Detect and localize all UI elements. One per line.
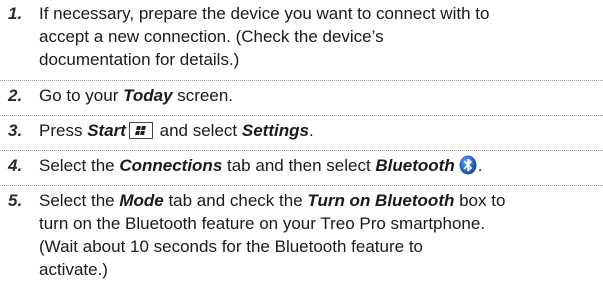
text-run: tab and check the: [163, 191, 308, 210]
divider: [0, 150, 603, 151]
step-line: (Wait about 10 seconds for the Bluetooth…: [39, 237, 423, 256]
text-run: Select the: [39, 191, 120, 210]
step-number: 1.: [8, 4, 23, 23]
connections-tab-label: Connections: [119, 156, 223, 175]
step-text: Select the Mode tab and check the Turn o…: [39, 189, 597, 281]
text-run: Go to your: [39, 86, 124, 105]
step-text: Select the Connections tab and then sele…: [39, 154, 597, 177]
step-number: 3.: [8, 121, 23, 140]
settings-label: Settings: [241, 121, 309, 140]
bluetooth-label: Bluetooth: [375, 156, 455, 175]
instruction-steps: 1. If necessary, prepare the device you …: [0, 0, 603, 301]
windows-start-key-icon: [128, 122, 153, 139]
text-run: Select the: [39, 156, 120, 175]
text-run: and select: [154, 121, 242, 140]
start-label: Start: [87, 121, 126, 140]
step-line: Select the Mode tab and check the Turn o…: [39, 189, 597, 212]
step-line: documentation for details.): [39, 50, 240, 69]
divider: [0, 115, 603, 116]
text-run: Press: [39, 121, 88, 140]
turn-on-bluetooth-label: Turn on Bluetooth: [307, 191, 455, 210]
today-screen-label: Today: [123, 86, 173, 105]
bluetooth-icon: [459, 155, 477, 175]
text-run: .: [308, 121, 314, 140]
step-line: activate.): [39, 260, 108, 279]
step-text: Press Start and select Settings.: [39, 119, 597, 142]
step-line: accept a new connection. (Check the devi…: [39, 27, 384, 46]
step-number: 4.: [8, 156, 23, 175]
divider: [0, 185, 603, 186]
text-run: tab and then select: [222, 156, 376, 175]
step-number: 2.: [8, 86, 23, 105]
step-text: If necessary, prepare the device you wan…: [39, 2, 597, 71]
text-run: screen.: [172, 86, 234, 105]
step-line: turn on the Bluetooth feature on your Tr…: [39, 214, 486, 233]
step-text: Go to your Today screen.: [39, 84, 597, 107]
text-run: box to: [454, 191, 506, 210]
step-line: If necessary, prepare the device you wan…: [39, 4, 490, 23]
step-number: 5.: [8, 191, 23, 210]
divider: [0, 80, 603, 81]
mode-tab-label: Mode: [119, 191, 164, 210]
text-run: .: [477, 156, 483, 175]
